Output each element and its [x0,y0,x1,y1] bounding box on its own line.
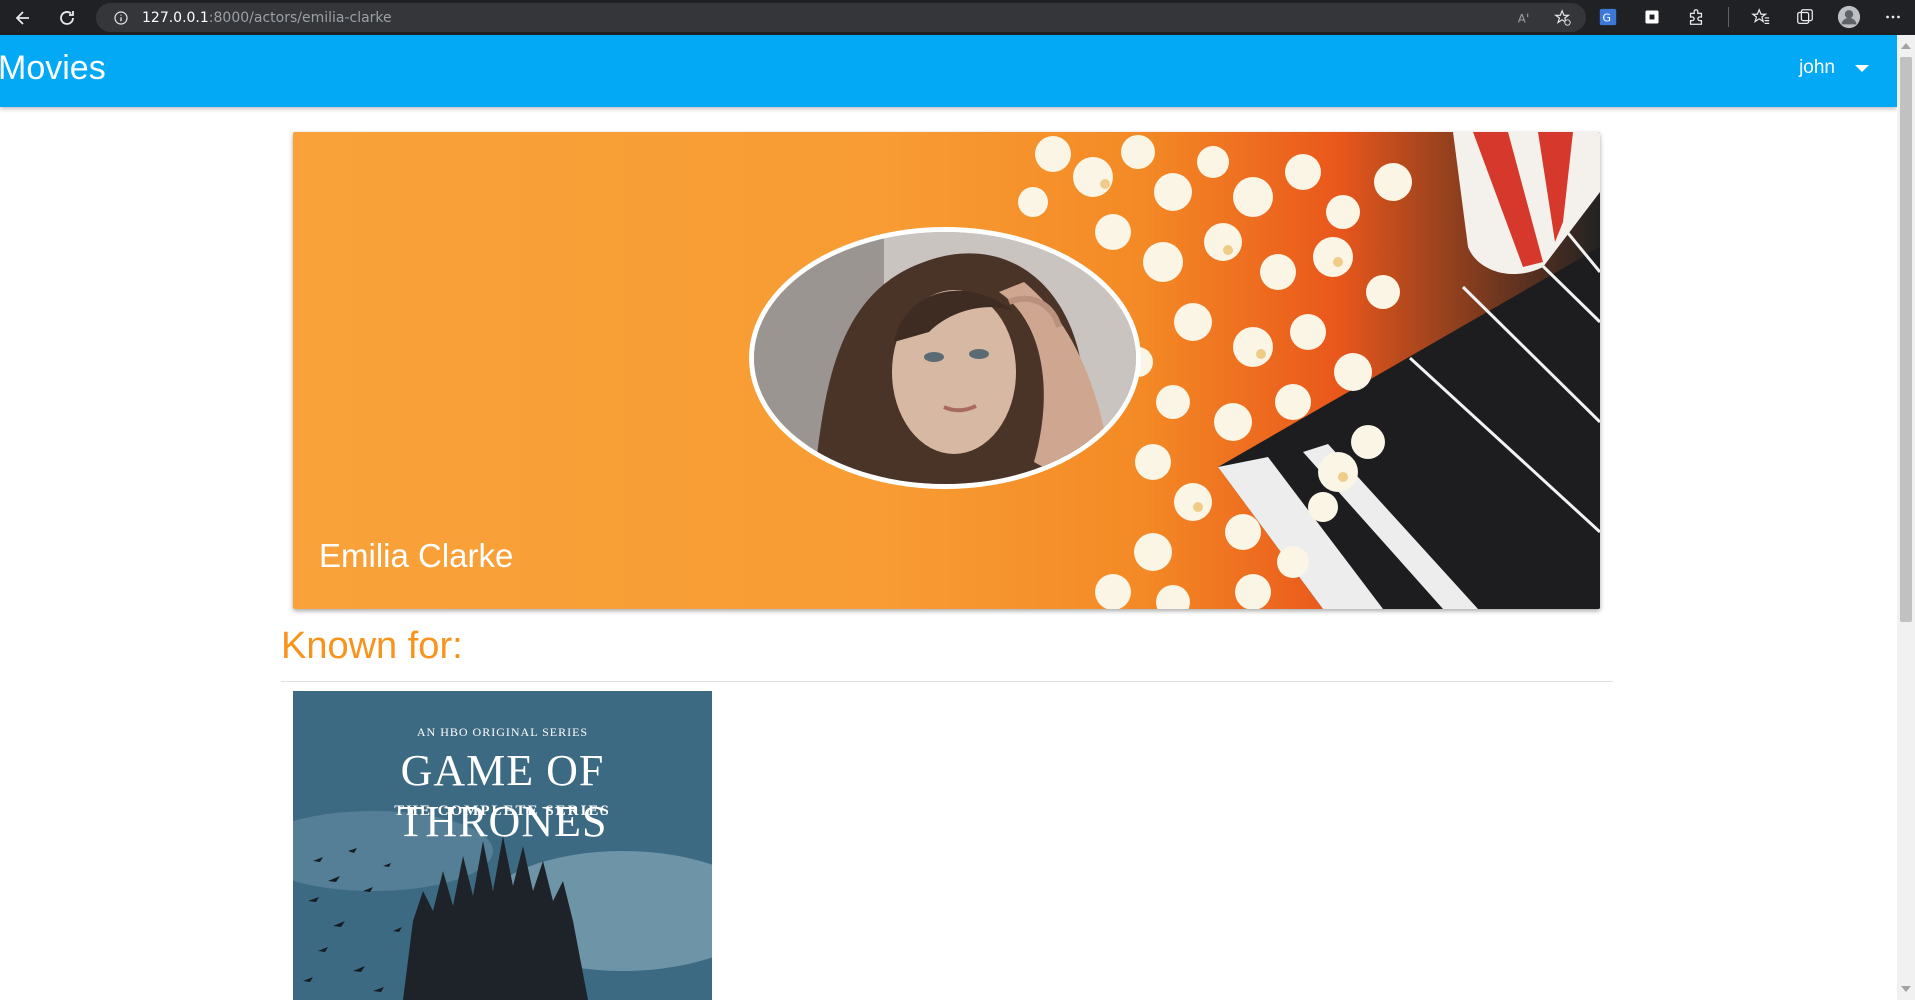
back-icon[interactable] [8,3,38,33]
section-divider [281,681,1613,682]
site-info-icon[interactable] [110,7,132,29]
extension-icon[interactable] [1640,4,1664,30]
svg-text:A: A [1518,12,1526,26]
actor-photo [754,232,1136,484]
toolbar-divider [1728,7,1729,27]
browser-toolbar: 127.0.0.1:8000/actors/emilia-clarke A G [0,0,1915,35]
actor-avatar [749,227,1141,489]
favorites-icon[interactable] [1749,4,1773,30]
svg-text:G: G [1603,12,1611,25]
brand-logo[interactable]: Movies [0,49,106,88]
url-text[interactable]: 127.0.0.1:8000/actors/emilia-clarke [142,10,392,26]
scroll-up-icon[interactable] [1901,43,1911,49]
collections-icon[interactable] [1793,4,1817,30]
scroll-down-icon[interactable] [1901,986,1911,992]
url-path: :8000/actors/emilia-clarke [208,9,392,26]
read-aloud-icon[interactable]: A [1514,7,1536,29]
poster-tagline: AN HBO ORIGINAL SERIES [416,725,589,739]
clapperboard-image [1218,132,1600,609]
favorite-add-icon[interactable] [1552,7,1574,29]
scroll-thumb[interactable] [1900,57,1912,622]
movie-title: GAME OF THRONES [397,746,608,846]
known-for-heading: Known for: [281,625,463,667]
user-menu[interactable]: john [1799,57,1869,79]
poster-subtitle: THE COMPLETE SERIES [394,803,611,819]
user-name[interactable]: john [1799,57,1835,79]
app-header: Movies john [0,35,1897,107]
more-icon[interactable] [1881,4,1905,30]
movie-card[interactable]: AN HBO ORIGINAL SERIES GAME OF THRONES T… [293,691,712,1000]
chevron-down-icon[interactable] [1855,64,1869,72]
address-bar[interactable]: 127.0.0.1:8000/actors/emilia-clarke A [96,3,1586,32]
reload-icon[interactable] [52,3,82,33]
actor-name: Emilia Clarke [319,537,514,574]
page-scrollbar[interactable] [1897,35,1915,1000]
url-host: 127.0.0.1 [142,9,209,26]
puzzle-icon[interactable] [1684,4,1708,30]
translate-icon[interactable]: G [1596,4,1620,30]
profile-icon[interactable] [1837,4,1861,30]
actor-hero-banner: Emilia Clarke [293,132,1600,609]
